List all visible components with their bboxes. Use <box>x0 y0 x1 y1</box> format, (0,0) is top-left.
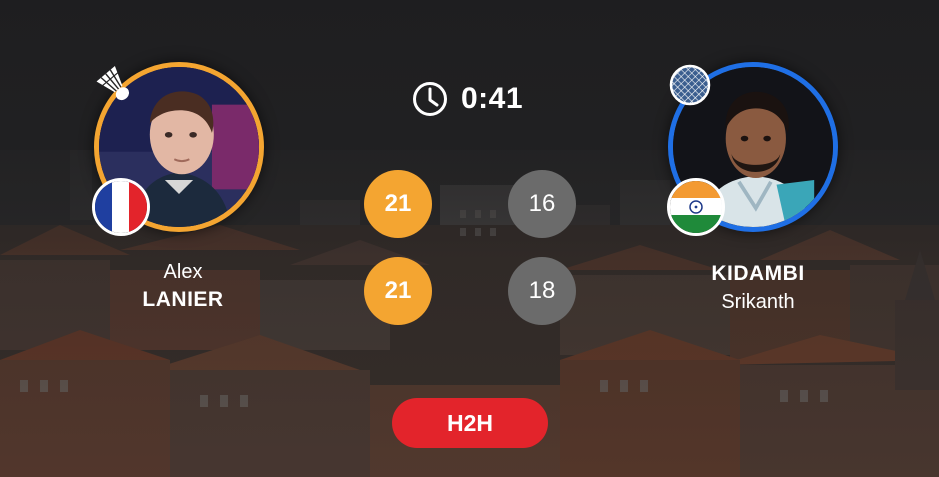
h2h-button[interactable]: H2H <box>392 398 548 448</box>
india-flag-icon <box>667 178 725 236</box>
france-flag-icon <box>92 178 150 236</box>
game-1-left-score: 21 <box>364 170 432 238</box>
player-right-first-name: Srikanth <box>721 291 795 313</box>
player-left-name[interactable]: Alex LANIER <box>83 259 283 315</box>
player-left-last-name: LANIER <box>142 288 224 311</box>
player-left-first-name: Alex <box>163 261 203 283</box>
game-1-right-score: 16 <box>508 170 576 238</box>
racket-icon <box>669 64 711 106</box>
game-2-right-score: 18 <box>508 257 576 325</box>
clock-icon <box>413 82 447 116</box>
player-right-last-name: KIDAMBI <box>711 262 805 285</box>
shuttlecock-serve-icon <box>96 66 130 101</box>
elapsed-time: 0:41 <box>461 82 524 115</box>
player-right-name[interactable]: KIDAMBI Srikanth <box>658 259 858 315</box>
match-scoreboard: Alex LANIER KIDAMBI Srikanth 0:41 21 16 … <box>0 0 939 477</box>
match-timer: 0:41 <box>412 80 523 118</box>
game-2-left-score: 21 <box>364 257 432 325</box>
